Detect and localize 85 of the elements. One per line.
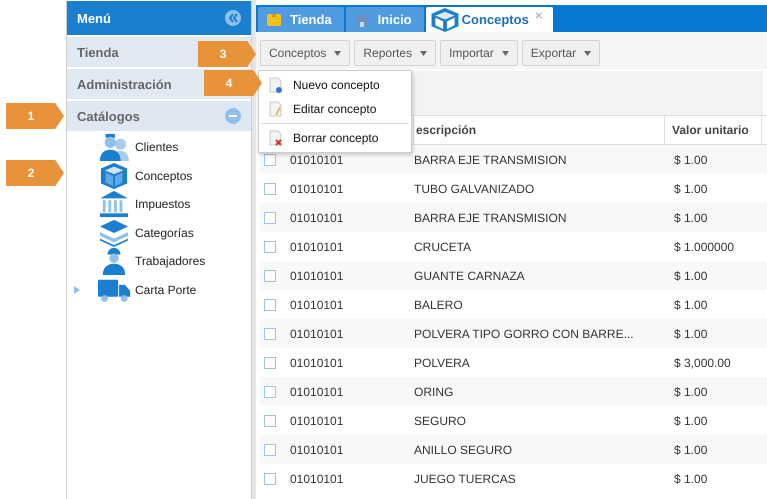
code-cell-text: 01010101 [290, 210, 344, 224]
code-cell-text: 01010101 [290, 240, 344, 254]
menu-item[interactable]: Borrar concepto [259, 126, 411, 150]
sidebar-item[interactable]: Trabajadores [135, 254, 206, 268]
sidebar-item[interactable]: Conceptos [135, 168, 192, 183]
code-cell-text: 01010101 [290, 182, 344, 196]
price-cell-text: $ 1.00 [673, 152, 708, 166]
code-cell-text: 01010101 [290, 326, 344, 340]
price-cell-text: $ 1.00 [673, 268, 708, 282]
row-checkbox[interactable] [264, 472, 276, 484]
row-checkbox[interactable] [264, 270, 276, 282]
step-callout-tooltip: 1 [6, 103, 64, 129]
sidebar-item[interactable]: Carta Porte [135, 282, 196, 297]
caret-icon [584, 50, 592, 56]
description-cell-text: POLVERA [414, 356, 471, 370]
code-cell-text: 01010101 [290, 472, 344, 486]
price-cell-text: $ 1.00 [673, 182, 708, 196]
price-cell-text: $ 1.00 [673, 384, 708, 398]
users-icon [97, 133, 131, 162]
description-cell-text: BARRA EJE TRANSMISION [414, 210, 568, 224]
collapse-icon[interactable] [225, 10, 241, 26]
row-checkbox[interactable] [264, 356, 276, 368]
price-cell-text: $ 1.00 [673, 298, 708, 312]
description-cell-text: BARRA EJE TRANSMISION [414, 152, 568, 166]
dropdown-button[interactable]: Reportes [354, 40, 436, 66]
step-callout-tooltip: 2 [6, 160, 64, 186]
row-checkbox[interactable] [264, 212, 276, 224]
sidebar-item[interactable]: Clientes [135, 140, 178, 154]
description-cell-text: BALERO [414, 298, 464, 312]
row-checkbox[interactable] [264, 444, 276, 456]
price-cell-text: $ 1.00 [673, 472, 708, 486]
description-cell-text: TUBO GALVANIZADO [414, 182, 536, 196]
house-icon [354, 12, 370, 28]
building-icon [97, 190, 131, 218]
row-checkbox[interactable] [264, 154, 276, 166]
column-header[interactable]: escripción [414, 116, 665, 144]
caret-icon [334, 50, 342, 56]
code-cell-text: 01010101 [290, 298, 344, 312]
row-checkbox[interactable] [264, 298, 276, 310]
sidebar-section[interactable]: Catálogos [67, 101, 251, 131]
row-checkbox[interactable] [264, 386, 276, 398]
code-cell-text: 01010101 [290, 384, 344, 398]
caret-icon [502, 50, 509, 56]
description-cell-text: ORING [414, 384, 454, 398]
price-cell-text: $ 1.00 [673, 210, 708, 224]
edit-document-icon [267, 101, 283, 117]
description-cell-text: CRUCETA [414, 240, 472, 254]
code-cell-text: 01010101 [290, 356, 344, 370]
sidebar-item[interactable]: Categorías [135, 226, 194, 240]
code-cell-text: 01010101 [290, 442, 344, 456]
description-cell-text: SEGURO [414, 414, 468, 428]
code-cell-text: 01010101 [290, 268, 344, 282]
price-cell-text: $ 1.00 [673, 326, 708, 340]
dropdown-button[interactable]: Conceptos [260, 40, 350, 66]
delete-document-icon [267, 130, 283, 146]
layers-icon [97, 218, 131, 247]
code-cell-text: 01010101 [290, 414, 344, 428]
description-cell-text: JUEGO TUERCAS [414, 472, 517, 486]
description-cell-text: ANILLO SEGURO [414, 442, 514, 456]
minus-icon[interactable] [225, 108, 241, 124]
step-callout-tooltip: 4 [204, 70, 262, 96]
description-cell-text: GUANTE CARNAZA [414, 268, 526, 282]
price-cell-text: $ 1.000000 [673, 240, 736, 254]
menu-title: Menú [77, 10, 111, 26]
row-checkbox[interactable] [264, 328, 276, 340]
price-cell-text: $ 3,000.00 [673, 356, 732, 370]
step-callout-tooltip: 3 [198, 41, 256, 67]
dropdown-button[interactable]: Exportar [522, 40, 600, 66]
expand-arrow-icon[interactable] [73, 284, 81, 295]
price-cell-text: $ 1.00 [673, 442, 708, 456]
tab[interactable]: Conceptos × [426, 7, 553, 32]
dropdown-button[interactable]: Importar [440, 40, 518, 66]
code-cell-text: 01010101 [290, 152, 344, 166]
price-cell-text: $ 1.00 [673, 414, 708, 428]
note-icon [266, 12, 282, 28]
description-cell-text: POLVERA TIPO GORRO CON BARRE... [414, 326, 635, 340]
menu-item[interactable]: Nuevo concepto [259, 73, 411, 97]
caret-icon [420, 50, 428, 56]
row-checkbox[interactable] [264, 182, 276, 194]
row-checkbox[interactable] [264, 240, 276, 252]
sidebar-item[interactable]: Impuestos [135, 197, 190, 212]
menu-item[interactable]: Editar concepto [259, 97, 411, 121]
row-checkbox[interactable] [264, 414, 276, 426]
column-header[interactable]: Valor unitario [665, 116, 762, 144]
new-document-icon [267, 77, 283, 93]
